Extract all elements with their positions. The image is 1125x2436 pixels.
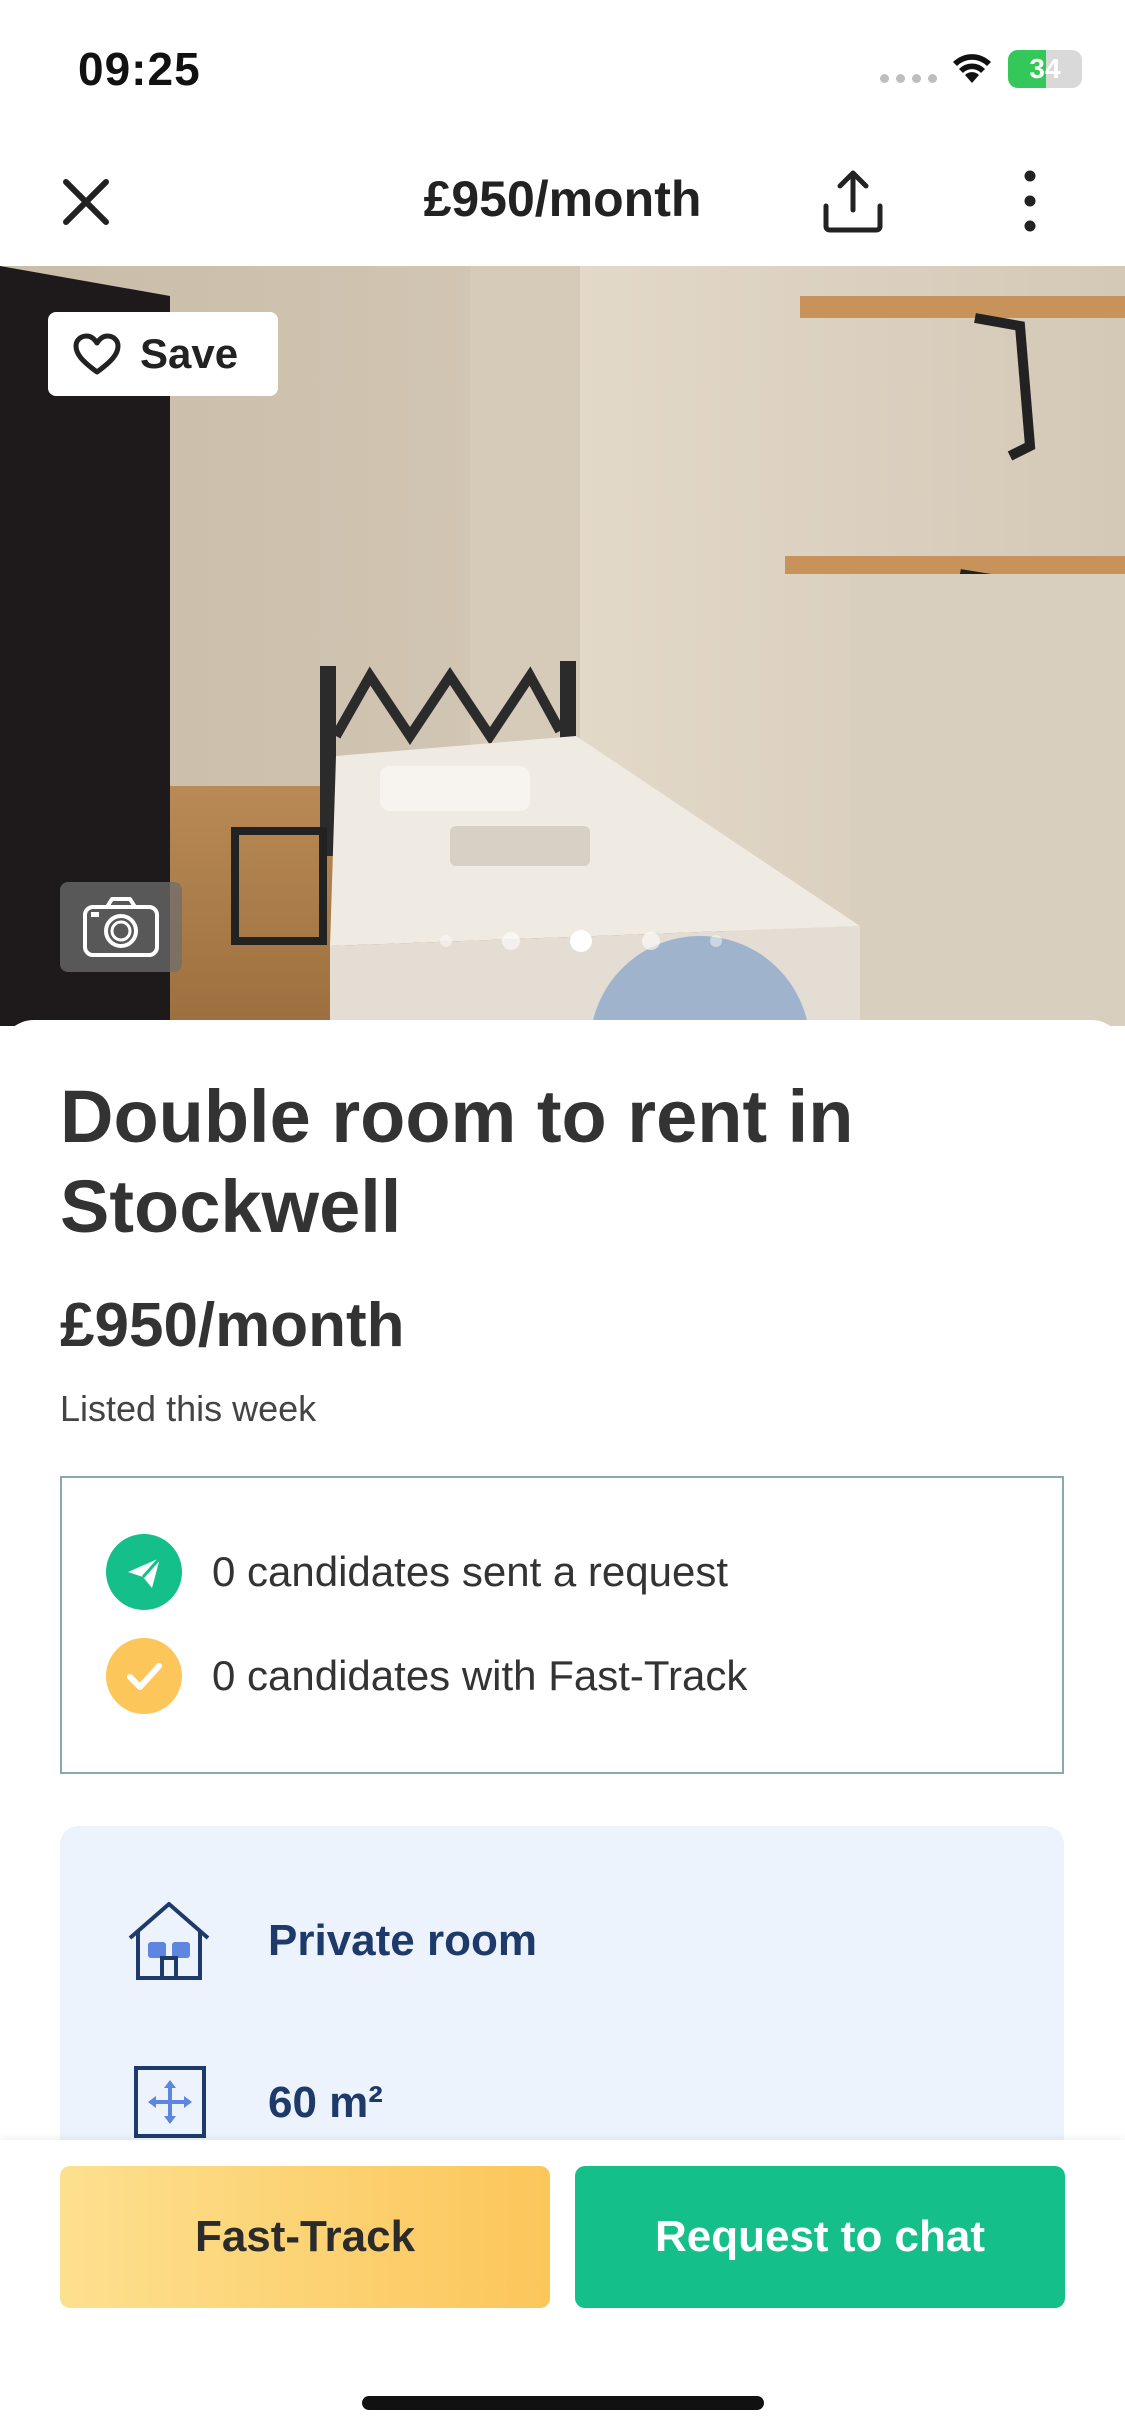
share-icon[interactable] [818, 166, 888, 236]
pagination-dot-active[interactable] [570, 930, 592, 952]
feature-area: 60 m² [124, 2060, 383, 2146]
stat-text: 0 candidates with Fast-Track [212, 1652, 748, 1699]
battery-level: 34 [1029, 53, 1061, 84]
pagination-dot[interactable] [642, 932, 660, 950]
area-icon [134, 2066, 206, 2138]
status-time: 09:25 [78, 43, 201, 95]
header-title: £950/month [423, 171, 702, 227]
candidate-stats: 0 candidates sent a request 0 candidates… [60, 1476, 1064, 1774]
feature-text: Private room [268, 1916, 537, 1965]
gallery-button[interactable] [60, 882, 182, 972]
heart-icon [73, 333, 121, 375]
check-icon [106, 1638, 182, 1714]
status-bar: 09:25 34 [0, 0, 1125, 140]
pagination-dot[interactable] [440, 935, 452, 947]
feature-room-type: Private room [124, 1898, 537, 1984]
feature-text: 60 m² [268, 2078, 383, 2127]
listing-photo[interactable]: Save [0, 266, 1125, 1026]
photo-pagination[interactable] [440, 930, 722, 952]
home-indicator[interactable] [362, 2396, 764, 2410]
more-options-icon[interactable] [1008, 166, 1052, 236]
save-button[interactable]: Save [48, 312, 278, 396]
request-to-chat-button[interactable]: Request to chat [575, 2166, 1065, 2308]
save-label: Save [140, 330, 239, 377]
pagination-dot[interactable] [502, 932, 520, 950]
action-bar: Fast-Track Request to chat [0, 2140, 1125, 2436]
listing-title: Double room to rent in Stockwell [60, 1075, 854, 1248]
listing-price: £950/month [60, 1291, 405, 1360]
stat-row-requests: 0 candidates sent a request [106, 1534, 728, 1610]
pagination-dot[interactable] [710, 935, 722, 947]
send-icon [106, 1534, 182, 1610]
stat-row-fast-track: 0 candidates with Fast-Track [106, 1638, 747, 1714]
fast-track-button[interactable]: Fast-Track [60, 2166, 550, 2308]
cellular-signal-icon [880, 74, 937, 83]
camera-icon [83, 897, 159, 957]
header: £950/month [0, 140, 1125, 266]
battery-icon: 34 [1008, 50, 1082, 88]
stat-text: 0 candidates sent a request [212, 1548, 729, 1595]
house-icon [128, 1902, 210, 1980]
listed-date: Listed this week [60, 1388, 317, 1429]
wifi-icon [953, 54, 991, 83]
